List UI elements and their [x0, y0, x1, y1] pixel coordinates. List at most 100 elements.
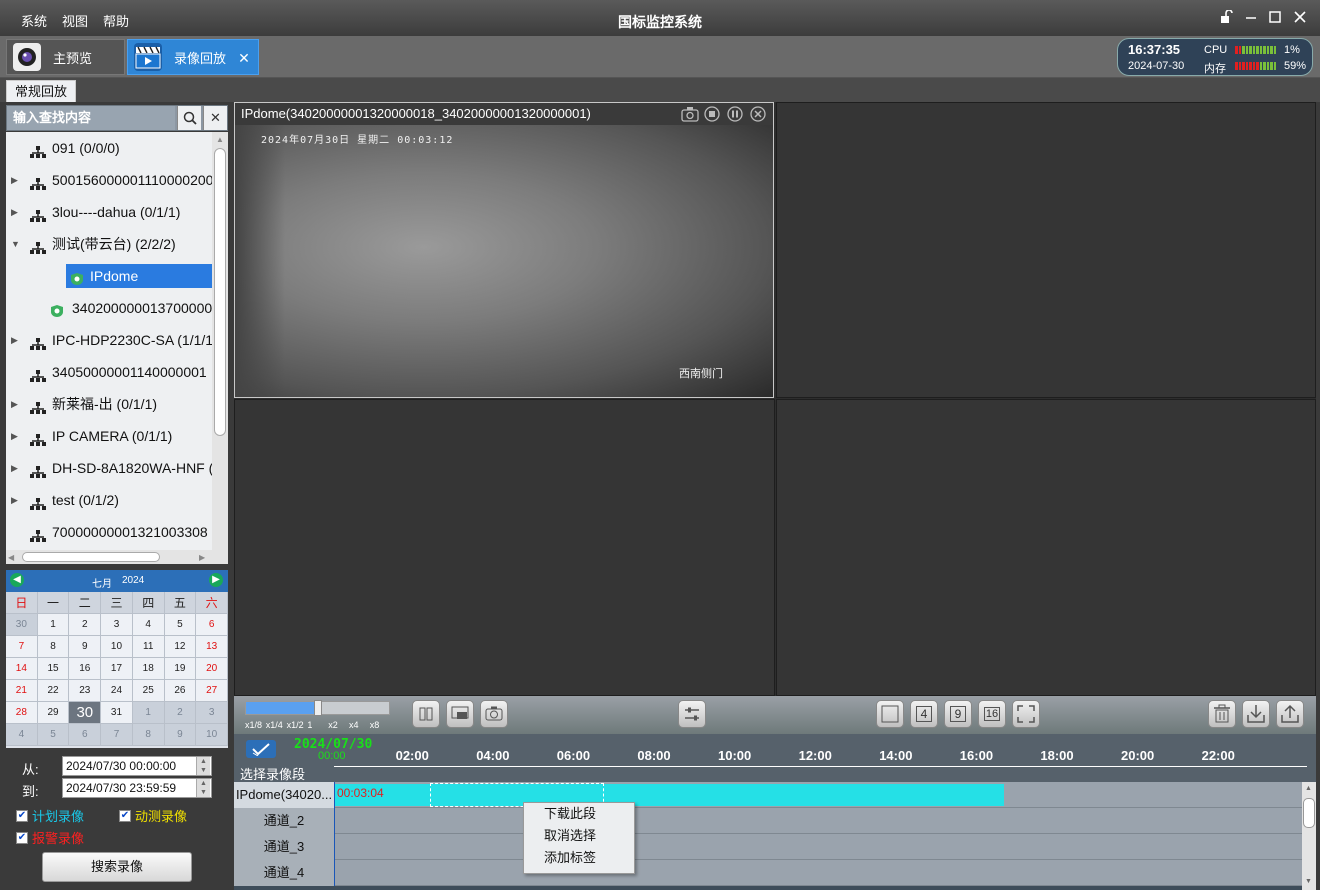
calendar-day[interactable]: 27 — [196, 680, 228, 702]
menu-help[interactable]: 帮助 — [103, 11, 129, 30]
calendar-day[interactable]: 18 — [132, 658, 165, 680]
calendar-day[interactable]: 3 — [196, 702, 228, 724]
tree-node[interactable]: ▶ 3lou----dahua (0/1/1) — [6, 200, 218, 224]
layout-16-button[interactable]: 16 — [978, 700, 1006, 728]
tab-main-preview[interactable]: 主预览 — [6, 39, 125, 75]
scroll-up-icon[interactable]: ▲ — [1305, 785, 1312, 792]
menu-download-segment[interactable]: 下载此段 — [524, 803, 634, 825]
calendar-day[interactable]: 3 — [101, 614, 133, 636]
clear-search-icon[interactable]: ✕ — [203, 106, 227, 130]
calendar-year[interactable]: 2024 — [122, 575, 144, 586]
maximize-icon[interactable] — [1267, 10, 1283, 26]
calendar-day[interactable]: 2 — [164, 702, 197, 724]
scroll-thumb[interactable] — [1303, 798, 1315, 828]
calendar-day[interactable]: 26 — [164, 680, 197, 702]
channel-label[interactable]: 通道_4 — [234, 860, 334, 886]
menu-cancel-selection[interactable]: 取消选择 — [524, 825, 634, 847]
calendar-day[interactable]: 5 — [37, 724, 70, 746]
calendar-day[interactable]: 1 — [37, 614, 70, 636]
calendar-day[interactable]: 10 — [196, 724, 228, 746]
expand-arrow-icon[interactable]: ▶ — [11, 456, 18, 480]
calendar-day[interactable]: 25 — [132, 680, 165, 702]
scroll-right-icon[interactable]: ▶ — [199, 553, 205, 562]
tree-node[interactable]: ▶ IP CAMERA (0/1/1) — [6, 424, 218, 448]
channel-track[interactable]: 通道_3 — [234, 834, 1302, 860]
tab-normal-playback[interactable]: 常规回放 — [6, 80, 76, 102]
calendar-day[interactable]: 13 — [196, 636, 228, 658]
calendar-day[interactable]: 10 — [101, 636, 133, 658]
channel-track[interactable]: IPdome(34020... 00:03:04 — [234, 782, 1302, 808]
tree-node[interactable]: 34020000001370000001 — [6, 296, 228, 320]
calendar-day[interactable]: 8 — [132, 724, 165, 746]
scroll-down-icon[interactable]: ▼ — [1305, 878, 1312, 885]
close-video-icon[interactable] — [750, 106, 766, 125]
channel-label[interactable]: 通道_3 — [234, 834, 334, 860]
expand-arrow-icon[interactable]: ▶ — [11, 424, 18, 448]
calendar-day[interactable]: 7 — [6, 636, 38, 658]
calendar-day[interactable]: 5 — [164, 614, 197, 636]
to-datetime-input[interactable]: 2024/07/30 23:59:59 — [62, 778, 212, 798]
calendar-day[interactable]: 8 — [37, 636, 70, 658]
tree-node[interactable]: 70000000001321003308 — [6, 520, 218, 544]
scroll-up-icon[interactable]: ▲ — [216, 135, 224, 144]
channel-label[interactable]: IPdome(34020... — [234, 782, 334, 808]
tree-node[interactable]: IPdome — [66, 264, 218, 288]
menu-system[interactable]: 系统 — [21, 11, 47, 30]
calendar-day[interactable]: 16 — [69, 658, 102, 680]
calendar-day[interactable]: 17 — [101, 658, 133, 680]
next-month-icon[interactable]: ▶ — [209, 573, 223, 587]
search-input[interactable]: 输入查找内容 — [7, 106, 175, 130]
screen-button[interactable] — [446, 700, 474, 728]
calendar-month[interactable]: 七月 — [92, 575, 112, 590]
close-icon[interactable] — [1292, 10, 1308, 26]
minimize-icon[interactable] — [1243, 10, 1259, 26]
tree-horizontal-scrollbar[interactable]: ◀ ▶ — [6, 550, 228, 564]
calendar-day[interactable]: 31 — [101, 702, 133, 724]
timeline-scrollbar[interactable]: ▲ ▼ — [1302, 782, 1316, 890]
video-pane-1[interactable]: IPdome(34020000001320000018_340200000013… — [234, 102, 774, 398]
filter-alarm-checkbox[interactable]: ✔ 报警录像 — [16, 828, 84, 847]
tree-node[interactable]: ▼ 测试(带云台) (2/2/2) — [6, 232, 218, 256]
select-segment-icon[interactable] — [246, 740, 276, 758]
search-icon[interactable] — [177, 106, 201, 130]
calendar-day[interactable]: 4 — [6, 724, 38, 746]
tree-vertical-scrollbar[interactable]: ▲ — [212, 132, 228, 550]
record-stop-icon[interactable] — [704, 106, 720, 125]
expand-arrow-icon[interactable]: ▶ — [11, 168, 18, 192]
layout-4-button[interactable]: 4 — [910, 700, 938, 728]
calendar-day[interactable]: 19 — [164, 658, 197, 680]
from-datetime-input[interactable]: 2024/07/30 00:00:00 — [62, 756, 212, 776]
video-pane-4[interactable] — [776, 399, 1316, 696]
tree-node[interactable]: ▶ IPC-HDP2230C-SA (1/1/1) — [6, 328, 218, 352]
tree-node[interactable]: ▶ 新莱福-出 (0/1/1) — [6, 392, 218, 416]
delete-button[interactable] — [1208, 700, 1236, 728]
video-pane-2[interactable] — [776, 102, 1316, 398]
scroll-thumb[interactable] — [22, 552, 160, 562]
speed-slider[interactable] — [245, 700, 390, 716]
calendar-day[interactable]: 7 — [101, 724, 133, 746]
expand-arrow-icon[interactable]: ▶ — [11, 200, 18, 224]
calendar-day[interactable]: 6 — [69, 724, 102, 746]
video-pane-3[interactable] — [234, 399, 775, 696]
pause-icon[interactable] — [727, 106, 743, 125]
scroll-left-icon[interactable]: ◀ — [8, 553, 14, 562]
filter-scheduled-checkbox[interactable]: ✔ 计划录像 — [16, 806, 84, 825]
calendar-day[interactable]: 28 — [6, 702, 38, 724]
download-button[interactable] — [1242, 700, 1270, 728]
calendar-day[interactable]: 30 — [6, 614, 38, 636]
tab-playback[interactable]: 录像回放 ✕ — [127, 39, 259, 75]
tree-node[interactable]: 34050000001140000001 — [6, 360, 218, 384]
from-spinner[interactable]: ▲ ▼ — [196, 757, 210, 775]
menu-add-tag[interactable]: 添加标签 — [524, 847, 634, 869]
menu-view[interactable]: 视图 — [62, 11, 88, 30]
snapshot-button[interactable] — [480, 700, 508, 728]
calendar-day[interactable]: 9 — [69, 636, 102, 658]
tree-node[interactable]: ▶ DH-SD-8A1820WA-HNF (0 — [6, 456, 221, 480]
calendar-day[interactable]: 14 — [6, 658, 38, 680]
playhead-line[interactable] — [334, 782, 335, 886]
expand-arrow-icon[interactable]: ▶ — [11, 488, 18, 512]
tree-node[interactable]: ▶ test (0/1/2) — [6, 488, 218, 512]
layout-9-button[interactable]: 9 — [944, 700, 972, 728]
snapshot-icon[interactable] — [681, 106, 699, 125]
pause-all-button[interactable] — [412, 700, 440, 728]
